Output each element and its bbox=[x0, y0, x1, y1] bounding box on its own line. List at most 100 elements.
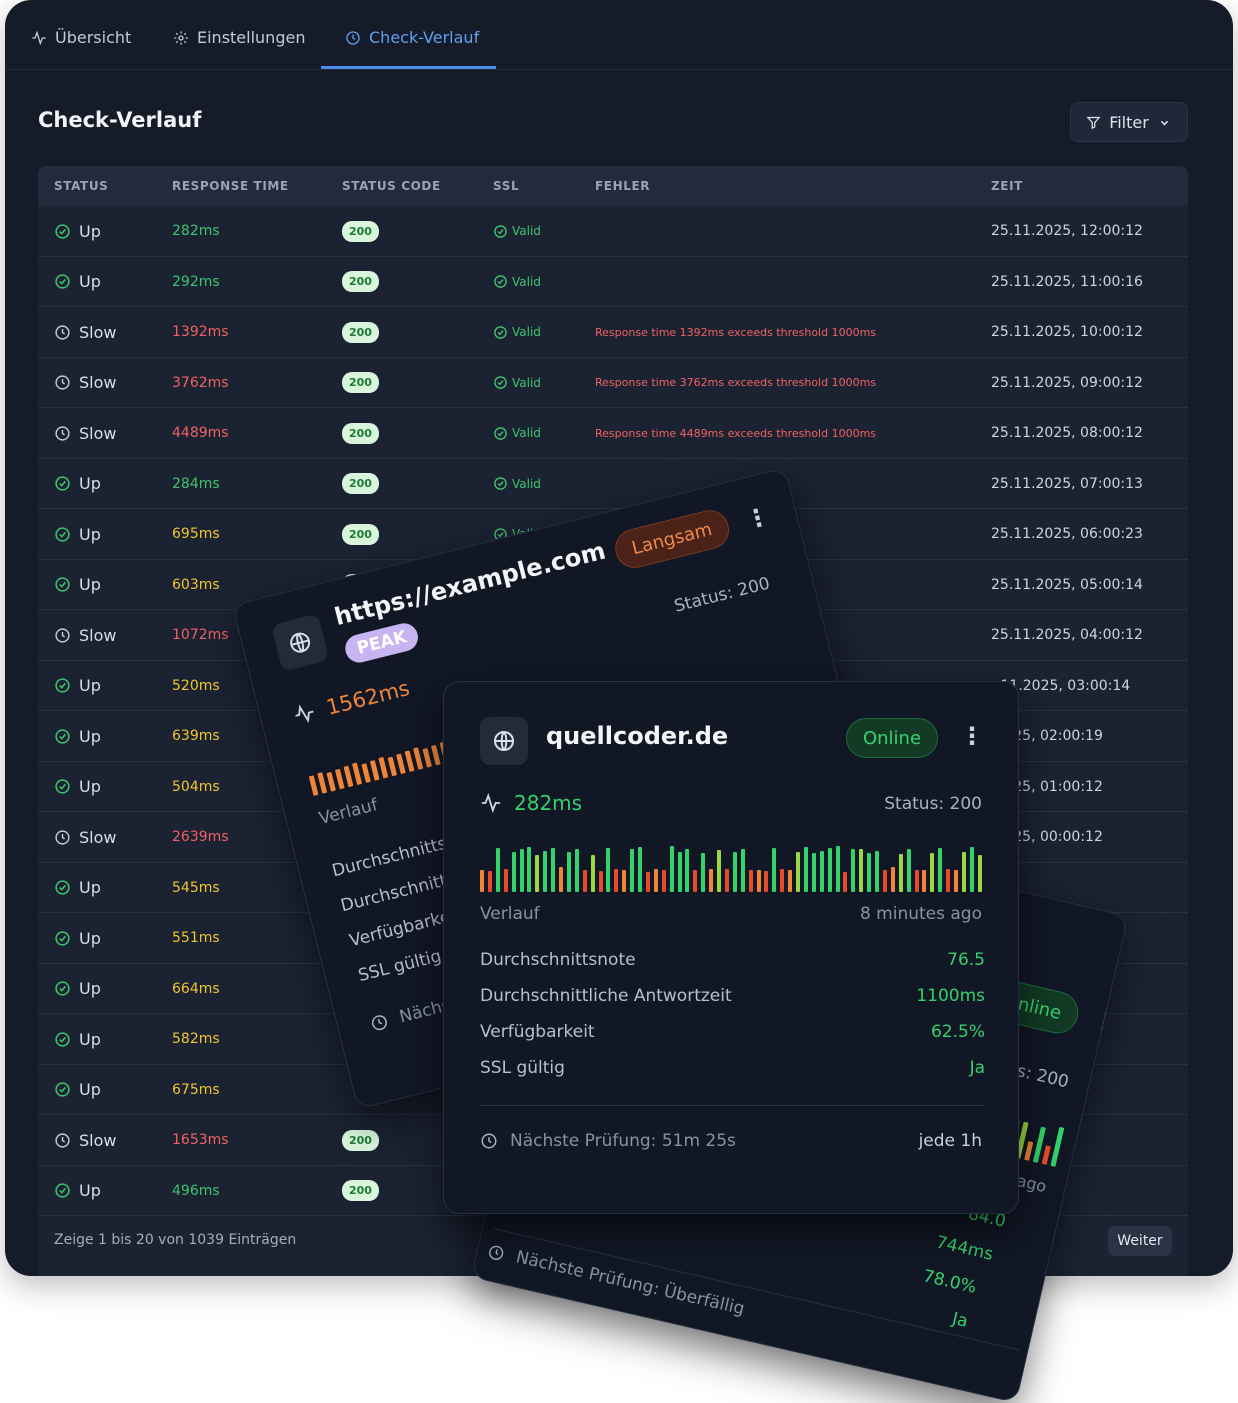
status-cell: Up bbox=[54, 661, 101, 711]
response-time-cell: 284ms bbox=[172, 475, 220, 492]
history-bar bbox=[709, 869, 714, 892]
history-bar bbox=[606, 848, 611, 892]
table-row[interactable]: Slow 4489ms 200 Valid Response time 4489ms e… bbox=[38, 408, 1188, 459]
check-circle-icon bbox=[493, 375, 508, 390]
status-cell: Up bbox=[54, 762, 101, 812]
check-circle-icon bbox=[493, 426, 508, 441]
next-check: Nächs bbox=[368, 995, 453, 1034]
status-code-cell: 200 bbox=[342, 307, 379, 357]
history-bar bbox=[511, 852, 516, 892]
history-bar bbox=[387, 756, 398, 777]
history-bar bbox=[867, 853, 872, 892]
table-row[interactable]: Up 282ms 200 Valid 25.11.2025, 12:00:12 bbox=[38, 206, 1188, 257]
history-bar bbox=[630, 849, 635, 892]
check-circle-icon bbox=[54, 273, 71, 290]
time-cell: 25.11.2025, 05:00:14 bbox=[991, 576, 1143, 593]
status-cell: Up bbox=[54, 257, 101, 307]
ssl-text: Valid bbox=[512, 274, 541, 289]
column-header-response-time[interactable]: RESPONSE TIME bbox=[172, 179, 289, 193]
history-bar bbox=[811, 853, 816, 892]
column-header-status-code[interactable]: STATUS CODE bbox=[342, 179, 441, 193]
stat-label: SSL gültig bbox=[480, 1058, 565, 1078]
status-text: Up bbox=[79, 928, 101, 948]
time-cell: 25.11.2025, 09:00:12 bbox=[991, 374, 1143, 391]
history-bar bbox=[914, 870, 919, 892]
ssl-cell: Valid bbox=[493, 408, 541, 458]
column-header-ssl[interactable]: SSL bbox=[493, 179, 519, 193]
history-bar bbox=[378, 756, 389, 779]
history-bar bbox=[843, 872, 848, 892]
table-row[interactable]: Slow 1392ms 200 Valid Response time 1392ms e… bbox=[38, 307, 1188, 358]
clock-icon bbox=[346, 30, 360, 45]
status-code-pill: 200 bbox=[342, 271, 379, 292]
status-text: Slow bbox=[79, 373, 117, 392]
status-cell: Slow bbox=[54, 307, 116, 357]
history-bar bbox=[622, 870, 627, 892]
history-bar bbox=[308, 775, 319, 796]
status-cell: Slow bbox=[54, 610, 116, 660]
column-header-error[interactable]: FEHLER bbox=[595, 179, 650, 193]
monitor-card-quellcoder[interactable]: quellcoder.de Online ⋮ 282ms Status: 200… bbox=[443, 681, 1019, 1214]
time-cell: 25.11.2025, 06:00:23 bbox=[991, 526, 1143, 542]
ssl-cell: Valid bbox=[493, 257, 541, 307]
activity-icon bbox=[295, 704, 314, 724]
history-bar bbox=[317, 772, 328, 794]
status-text: Up bbox=[79, 575, 101, 594]
response-time-cell: 639ms bbox=[172, 728, 220, 744]
history-bar bbox=[772, 848, 777, 892]
history-bar bbox=[334, 768, 345, 790]
history-bar bbox=[890, 867, 895, 892]
status-text: Up bbox=[79, 1029, 101, 1049]
history-bar bbox=[764, 871, 769, 892]
status-cell: Slow bbox=[54, 358, 116, 408]
status-code-cell: 200 bbox=[342, 509, 379, 559]
history-bar bbox=[551, 848, 556, 892]
response-time-cell: 504ms bbox=[172, 778, 220, 795]
more-options-icon[interactable]: ⋮ bbox=[960, 724, 984, 748]
check-circle-icon bbox=[54, 930, 71, 947]
check-interval: jede 1h bbox=[918, 1131, 982, 1151]
column-header-time[interactable]: ZEIT bbox=[991, 179, 1023, 193]
tab-check-history[interactable]: Check-Verlauf bbox=[345, 28, 479, 47]
history-bar bbox=[882, 870, 887, 892]
more-options-icon[interactable]: ⋮ bbox=[743, 502, 773, 535]
table-row[interactable]: Up 292ms 200 Valid 25.11.2025, 11:00:16 bbox=[38, 257, 1188, 307]
time-cell: 25.11.2025, 07:00:13 bbox=[991, 475, 1143, 492]
response-time-cell: 675ms bbox=[172, 1081, 220, 1098]
check-circle-icon bbox=[54, 778, 71, 795]
column-header-status[interactable]: STATUS bbox=[54, 179, 108, 193]
history-bar bbox=[343, 765, 354, 788]
status-code-cell: 200 bbox=[342, 1115, 379, 1165]
status-cell: Slow bbox=[54, 1115, 116, 1165]
tab-settings[interactable]: Einstellungen bbox=[173, 28, 305, 47]
ssl-cell: Valid bbox=[493, 459, 541, 509]
monitor-domain: quellcoder.de bbox=[546, 722, 729, 750]
filter-button[interactable]: Filter bbox=[1070, 102, 1188, 142]
status-cell: Slow bbox=[54, 812, 116, 862]
status-text: Up bbox=[79, 221, 101, 241]
history-bar bbox=[638, 847, 642, 892]
history-bar bbox=[422, 747, 432, 768]
ssl-cell: Valid bbox=[493, 206, 541, 256]
ssl-text: Valid bbox=[512, 375, 541, 390]
tab-overview-label: Übersicht bbox=[55, 28, 132, 47]
tab-overview[interactable]: Übersicht bbox=[31, 28, 131, 47]
table-row[interactable]: Slow 3762ms 200 Valid Response time 3762ms e… bbox=[38, 358, 1188, 408]
response-time-cell: 1072ms bbox=[172, 627, 229, 643]
response-time-cell: 2639ms bbox=[172, 829, 229, 845]
history-bar bbox=[969, 847, 974, 892]
response-time-cell: 545ms bbox=[172, 879, 220, 896]
history-bar bbox=[977, 855, 982, 892]
time-cell: 25.11.2025, 11:00:16 bbox=[991, 273, 1143, 290]
history-bar bbox=[559, 867, 563, 892]
status-text: Slow bbox=[79, 423, 117, 443]
history-bar bbox=[527, 847, 532, 892]
next-page-button[interactable]: Weiter bbox=[1108, 1226, 1172, 1256]
history-bar bbox=[740, 849, 745, 892]
ssl-cell: Valid bbox=[493, 307, 541, 357]
status-code-cell: 200 bbox=[342, 1166, 379, 1216]
table-row[interactable]: Up 284ms 200 Valid 25.11.2025, 07:00:13 bbox=[38, 459, 1188, 509]
status-cell: Up bbox=[54, 964, 101, 1014]
history-bar bbox=[898, 854, 903, 892]
history-bar bbox=[645, 872, 650, 892]
